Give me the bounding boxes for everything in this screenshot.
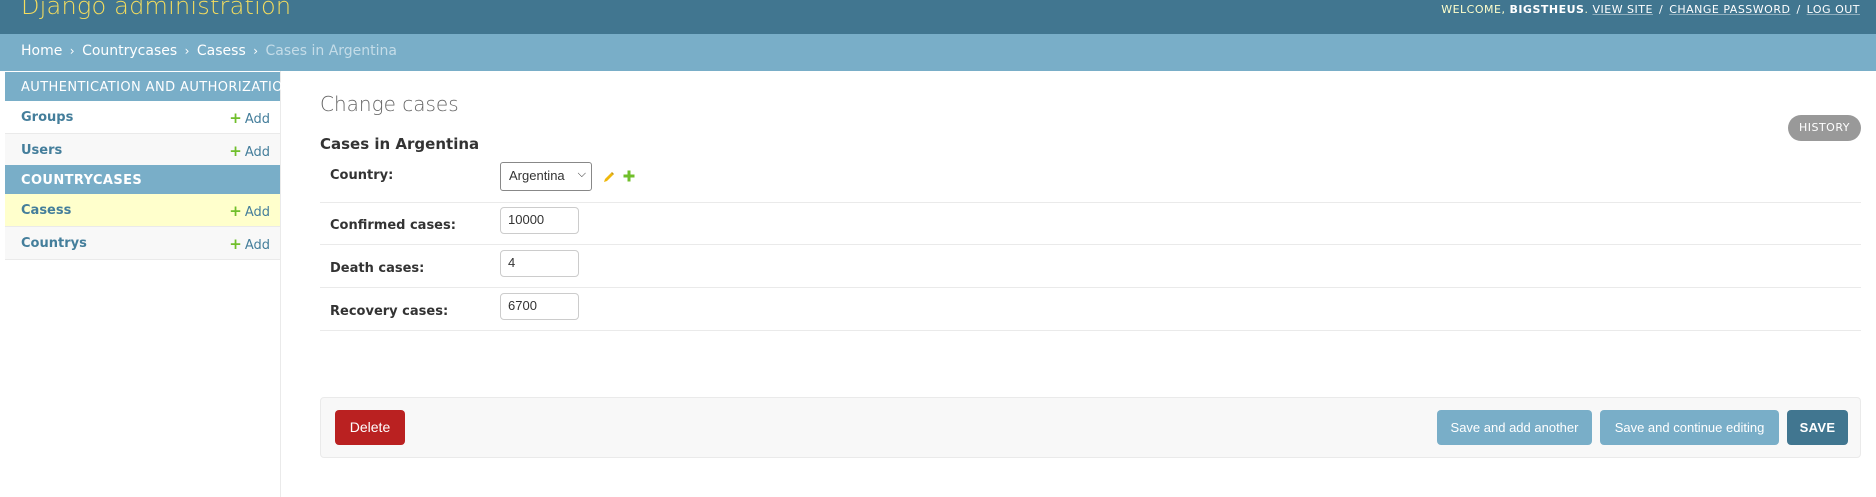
site-title[interactable]: Django administration [21, 0, 291, 20]
pencil-icon[interactable] [603, 171, 615, 183]
add-label: Add [244, 145, 270, 160]
view-site-link[interactable]: VIEW SITE [1592, 3, 1653, 16]
chevron-down-icon: ⌵ [577, 168, 586, 180]
site-header: Django administration WELCOME, BIGSTHEUS… [0, 0, 1876, 34]
add-label: Add [244, 238, 270, 253]
module-caption-countrycases[interactable]: Countrycases [5, 165, 280, 194]
add-users-link[interactable]: + Add [229, 142, 270, 160]
sidebar-item-users: Users + Add [5, 134, 280, 167]
breadcrumb-casess[interactable]: Casess [197, 43, 246, 59]
countrys-link[interactable]: Countrys [21, 236, 87, 251]
sidebar-item-groups: Groups + Add [5, 101, 280, 134]
add-plus-icon: + [229, 109, 242, 127]
casess-link[interactable]: Casess [21, 203, 71, 218]
nav-sidebar: Authentication and Authorization Groups … [0, 71, 293, 497]
recovery-cases-input[interactable]: 6700 [500, 293, 579, 320]
add-countrys-link[interactable]: + Add [229, 235, 270, 253]
form-row-recovery: Recovery cases: 6700 [320, 288, 1861, 331]
username: BIGSTHEUS [1509, 3, 1585, 16]
groups-link[interactable]: Groups [21, 110, 73, 125]
submit-row: Delete Save and add another Save and con… [320, 397, 1861, 458]
breadcrumb-current: Cases in Argentina [265, 43, 397, 59]
save-and-continue-button[interactable]: Save and continue editing [1600, 410, 1779, 445]
page-title: Change cases [320, 92, 459, 116]
add-related-icon[interactable] [623, 170, 635, 182]
delete-button[interactable]: Delete [335, 410, 405, 445]
breadcrumb: Home › Countrycases › Casess › Cases in … [0, 34, 1876, 71]
save-button[interactable]: SAVE [1787, 410, 1848, 445]
add-label: Add [244, 205, 270, 220]
sidebar-item-countrys: Countrys + Add [5, 227, 280, 260]
breadcrumb-home[interactable]: Home [21, 43, 62, 59]
confirmed-cases-label: Confirmed cases: [330, 218, 456, 233]
breadcrumb-separator: › [184, 44, 190, 58]
breadcrumb-separator: › [69, 44, 75, 58]
add-casess-link[interactable]: + Add [229, 202, 270, 220]
users-link[interactable]: Users [21, 143, 62, 158]
user-tools-separator: / [1796, 3, 1801, 16]
confirmed-cases-input[interactable]: 10000 [500, 207, 579, 234]
form-row-death: Death cases: 4 [320, 245, 1861, 288]
module-caption-auth[interactable]: Authentication and Authorization [5, 72, 293, 101]
add-plus-icon: + [229, 235, 242, 253]
country-label: Country: [330, 168, 394, 183]
user-tools: WELCOME, BIGSTHEUS. VIEW SITE / CHANGE P… [1441, 3, 1860, 16]
country-select[interactable]: Argentina ⌵ [500, 162, 592, 191]
history-button[interactable]: HISTORY [1788, 115, 1861, 141]
countrycases-module: Countrycases Casess + Add Countrys + Add [5, 165, 280, 260]
death-cases-label: Death cases: [330, 261, 425, 276]
user-tools-separator: / [1658, 3, 1664, 16]
form-row-confirmed: Confirmed cases: 10000 [320, 203, 1861, 245]
add-groups-link[interactable]: + Add [229, 109, 270, 127]
main-content: Change cases HISTORY Cases in Argentina … [320, 71, 1876, 497]
log-out-link[interactable]: LOG OUT [1807, 3, 1860, 16]
breadcrumb-countrycases[interactable]: Countrycases [82, 43, 177, 59]
country-select-value: Argentina [509, 168, 565, 183]
add-label: Add [244, 112, 270, 127]
sidebar-item-casess: Casess + Add [5, 194, 280, 227]
add-plus-icon: + [229, 202, 242, 220]
welcome-text: WELCOME, [1441, 3, 1506, 16]
recovery-cases-label: Recovery cases: [330, 304, 449, 319]
auth-module: Authentication and Authorization Groups … [5, 72, 293, 167]
add-plus-icon: + [229, 142, 242, 160]
save-and-add-another-button[interactable]: Save and add another [1437, 410, 1592, 445]
death-cases-input[interactable]: 4 [500, 250, 579, 277]
breadcrumb-separator: › [253, 44, 259, 58]
change-password-link[interactable]: CHANGE PASSWORD [1669, 3, 1790, 16]
form-row-country: Country: Argentina ⌵ [320, 151, 1861, 203]
